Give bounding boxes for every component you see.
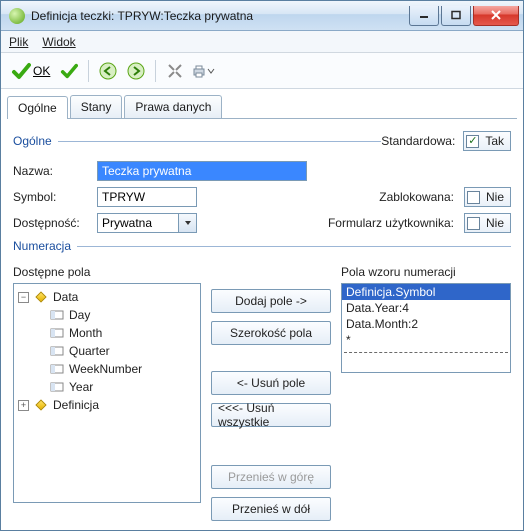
app-icon bbox=[9, 8, 25, 24]
menu-view[interactable]: Widok bbox=[42, 35, 75, 49]
standard-label: Standardowa: bbox=[381, 134, 455, 148]
list-item[interactable]: * bbox=[342, 332, 510, 348]
collapse-icon[interactable]: − bbox=[18, 292, 29, 303]
tree-node-weeknumber[interactable]: WeekNumber bbox=[69, 360, 142, 378]
diamond-icon bbox=[34, 399, 48, 411]
tools-icon bbox=[167, 63, 183, 79]
nav-back-button[interactable] bbox=[95, 58, 121, 84]
apply-button[interactable] bbox=[56, 58, 82, 84]
printer-icon bbox=[191, 63, 207, 79]
tab-data-rights[interactable]: Prawa danych bbox=[124, 95, 222, 118]
group-general-label: Ogólne bbox=[13, 134, 52, 148]
field-icon bbox=[50, 309, 64, 321]
window: Definicja teczki: TPRYW:Teczka prywatna … bbox=[0, 0, 524, 531]
availability-select[interactable] bbox=[97, 213, 197, 233]
ok-button[interactable]: OK bbox=[7, 61, 54, 81]
locked-label: Zablokowana: bbox=[379, 190, 454, 204]
move-down-button[interactable]: Przenieś w dół bbox=[211, 497, 331, 521]
remove-all-button[interactable]: <<<- Usuń wszystkie bbox=[211, 403, 331, 427]
availability-value[interactable] bbox=[97, 213, 179, 233]
ok-label: OK bbox=[33, 64, 50, 78]
menu-file[interactable]: Plik bbox=[9, 35, 28, 49]
menubar: Plik Widok bbox=[1, 31, 523, 53]
pattern-fields-list[interactable]: Definicja.Symbol Data.Year:4 Data.Month:… bbox=[341, 283, 511, 373]
nav-forward-button[interactable] bbox=[123, 58, 149, 84]
standard-checkbox[interactable]: Tak bbox=[463, 131, 511, 151]
locked-checkbox[interactable]: Nie bbox=[464, 187, 511, 207]
arrow-right-icon bbox=[127, 62, 145, 80]
name-label: Nazwa: bbox=[13, 164, 97, 178]
tree-node-year[interactable]: Year bbox=[69, 378, 93, 396]
locked-value: Nie bbox=[486, 190, 504, 204]
userform-value: Nie bbox=[486, 216, 504, 230]
separator bbox=[88, 60, 89, 82]
diamond-icon bbox=[34, 291, 48, 303]
titlebar: Definicja teczki: TPRYW:Teczka prywatna bbox=[1, 1, 523, 31]
arrow-left-icon bbox=[99, 62, 117, 80]
tabstrip: Ogólne Stany Prawa danych bbox=[1, 89, 523, 118]
tree-node-definicja[interactable]: Definicja bbox=[53, 396, 99, 414]
checkbox-icon bbox=[467, 217, 480, 230]
name-input[interactable] bbox=[97, 161, 307, 181]
group-numbering: Numeracja bbox=[13, 239, 511, 253]
field-icon bbox=[50, 381, 64, 393]
list-item[interactable]: Data.Month:2 bbox=[342, 316, 510, 332]
print-button[interactable] bbox=[190, 58, 216, 84]
tab-states[interactable]: Stany bbox=[70, 95, 123, 118]
field-icon bbox=[50, 345, 64, 357]
toolbar: OK bbox=[1, 53, 523, 89]
close-button[interactable] bbox=[473, 6, 519, 26]
availability-label: Dostępność: bbox=[13, 216, 97, 230]
list-item[interactable]: Definicja.Symbol bbox=[342, 284, 510, 300]
tab-general[interactable]: Ogólne bbox=[7, 96, 68, 119]
remove-field-button[interactable]: <- Usuń pole bbox=[211, 371, 331, 395]
field-icon bbox=[50, 363, 64, 375]
minimize-button[interactable] bbox=[409, 6, 439, 26]
standard-value: Tak bbox=[485, 134, 504, 148]
available-fields-tree[interactable]: − Data Day Month Quarter WeekNumber Year bbox=[13, 283, 201, 503]
separator bbox=[155, 60, 156, 82]
tree-node-month[interactable]: Month bbox=[69, 324, 102, 342]
maximize-button[interactable] bbox=[441, 6, 471, 26]
tools-button[interactable] bbox=[162, 58, 188, 84]
divider bbox=[344, 352, 508, 353]
chevron-down-icon bbox=[207, 67, 215, 75]
checkbox-icon bbox=[467, 191, 480, 204]
symbol-input[interactable] bbox=[97, 187, 197, 207]
list-item[interactable]: Data.Year:4 bbox=[342, 300, 510, 316]
expand-icon[interactable]: + bbox=[18, 400, 29, 411]
group-general: Ogólne Standardowa: Tak bbox=[13, 131, 511, 151]
add-field-button[interactable]: Dodaj pole -> bbox=[211, 289, 331, 313]
tab-panel-general: Ogólne Standardowa: Tak Nazwa: Symbol: Z… bbox=[1, 119, 523, 531]
group-numbering-label: Numeracja bbox=[13, 239, 71, 253]
pattern-fields-label: Pola wzoru numeracji bbox=[341, 265, 511, 279]
tree-node-data[interactable]: Data bbox=[53, 288, 78, 306]
divider bbox=[77, 246, 511, 247]
chevron-down-icon[interactable] bbox=[179, 213, 197, 233]
field-icon bbox=[50, 327, 64, 339]
window-title: Definicja teczki: TPRYW:Teczka prywatna bbox=[31, 9, 407, 23]
userform-checkbox[interactable]: Nie bbox=[464, 213, 511, 233]
symbol-label: Symbol: bbox=[13, 190, 97, 204]
available-fields-label: Dostępne pola bbox=[13, 265, 201, 279]
userform-label: Formularz użytkownika: bbox=[328, 216, 454, 230]
window-controls bbox=[407, 6, 519, 26]
tree-node-day[interactable]: Day bbox=[69, 306, 90, 324]
divider bbox=[58, 141, 382, 142]
move-up-button[interactable]: Przenieś w górę bbox=[211, 465, 331, 489]
field-width-button[interactable]: Szerokość pola bbox=[211, 321, 331, 345]
check-icon bbox=[60, 62, 78, 80]
check-icon bbox=[11, 61, 31, 81]
checkbox-icon bbox=[466, 135, 479, 148]
tree-node-quarter[interactable]: Quarter bbox=[69, 342, 110, 360]
